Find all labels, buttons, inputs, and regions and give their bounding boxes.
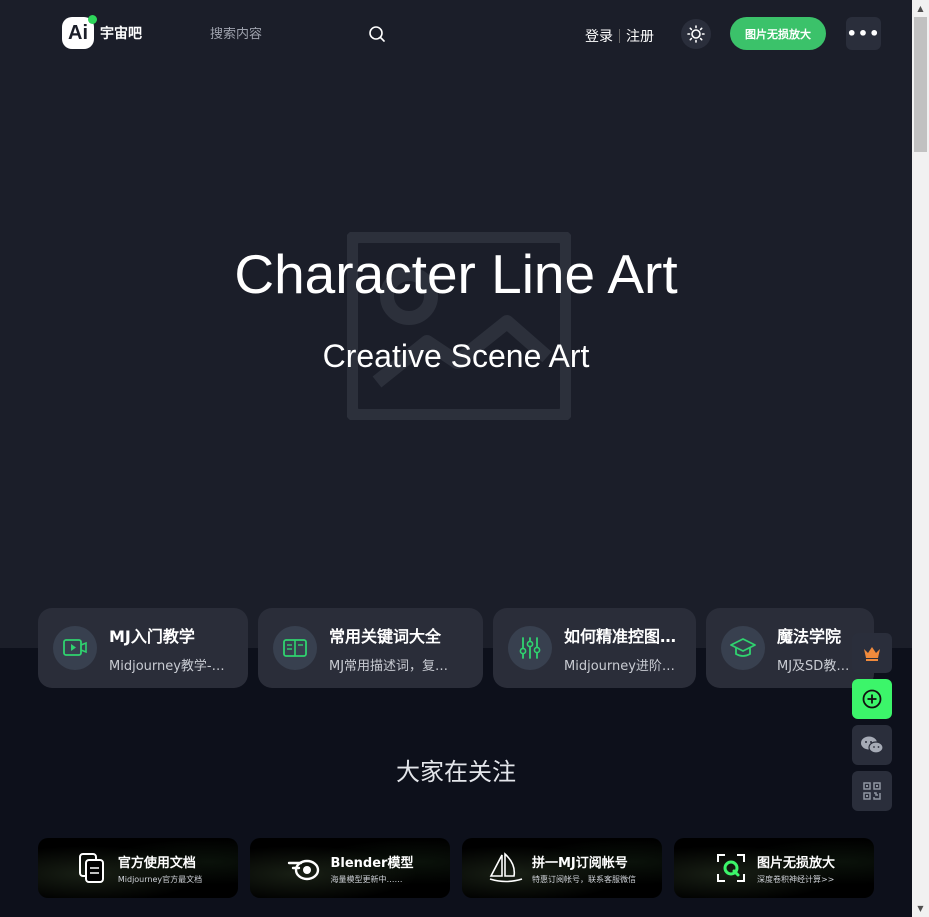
feature-text: 如何精准控图… Midjourney进阶… — [564, 623, 676, 674]
search-input[interactable] — [196, 26, 356, 42]
feature-title: 魔法学院 — [777, 626, 842, 646]
theme-toggle-button[interactable] — [681, 19, 711, 49]
wechat-icon — [861, 736, 884, 754]
login-link[interactable]: 登录 — [585, 26, 613, 46]
auth-links: 登录 注册 — [585, 26, 654, 46]
vip-button[interactable] — [852, 633, 892, 673]
banner-title: Blender模型 — [330, 855, 414, 871]
feature-icon-wrap — [508, 626, 552, 670]
banner-subtitle: Midjourney官方最文档 — [117, 874, 203, 884]
scroll-up-arrow[interactable]: ▲ — [912, 0, 929, 17]
site-logo[interactable]: Ai 宇宙吧 — [62, 15, 142, 49]
search-icon[interactable] — [368, 25, 386, 43]
feature-title: MJ入门教学 — [109, 626, 195, 646]
page-scrollbar[interactable]: ▲ ▼ — [912, 0, 929, 917]
logo-mark: Ai — [62, 15, 97, 49]
sun-icon — [687, 25, 705, 43]
banner-title: 拼一MJ订阅帐号 — [532, 855, 628, 871]
video-play-icon — [63, 639, 87, 656]
wechat-button[interactable] — [852, 725, 892, 765]
plus-circle-icon — [862, 689, 882, 709]
feature-card-mj-intro[interactable]: MJ入门教学 Midjourney教学-… — [38, 608, 248, 688]
sliders-icon — [519, 637, 541, 659]
register-link[interactable]: 注册 — [626, 26, 654, 46]
banner-subtitle: 深度卷积神经计算>> — [756, 874, 835, 884]
add-button[interactable] — [852, 679, 892, 719]
logo-text: 宇宙吧 — [100, 26, 142, 42]
section-title: 大家在关注 — [396, 758, 516, 786]
feature-card-academy[interactable]: 魔法学院 MJ及SD教… — [706, 608, 874, 688]
banner-subtitle: 海量模型更新中…… — [330, 874, 403, 884]
feature-title: 常用关键词大全 — [329, 626, 442, 646]
zoom-q-icon — [713, 850, 749, 886]
more-icon: ••• — [846, 24, 881, 43]
crown-icon — [864, 647, 880, 661]
sailboat-icon — [488, 850, 524, 886]
search-box — [196, 20, 396, 48]
document-icon — [74, 850, 110, 886]
blender-icon — [287, 850, 323, 886]
feature-text: 常用关键词大全 MJ常用描述词，复… — [329, 623, 448, 674]
banner-mj-subscription[interactable]: 拼一MJ订阅帐号 特惠订阅帐号，联系客服微信 — [462, 838, 662, 898]
book-icon — [283, 639, 307, 657]
feature-desc: MJ及SD教… — [777, 658, 850, 674]
banner-subtitle: 特惠订阅帐号，联系客服微信 — [532, 874, 636, 884]
auth-divider — [619, 29, 620, 43]
feature-icon-wrap — [273, 626, 317, 670]
feature-icon-wrap — [53, 626, 97, 670]
hero-subtitle: Creative Scene Art — [322, 338, 590, 374]
banner-title: 官方使用文档 — [117, 855, 196, 871]
upscale-button[interactable]: 图片无损放大 — [730, 17, 826, 50]
feature-text: 魔法学院 MJ及SD教… — [777, 623, 849, 674]
hero-title: Character Line Art — [234, 243, 678, 305]
feature-desc: Midjourney进阶… — [564, 658, 675, 674]
qrcode-button[interactable] — [852, 771, 892, 811]
feature-title: 如何精准控图… — [564, 626, 677, 646]
feature-icon-wrap — [721, 626, 765, 670]
banner-official-docs[interactable]: 官方使用文档 Midjourney官方最文档 — [38, 838, 238, 898]
banner-text: 官方使用文档 Midjourney官方最文档 — [118, 852, 202, 885]
banner-text: 图片无损放大 深度卷积神经计算>> — [757, 852, 835, 885]
banner-blender[interactable]: Blender模型 海量模型更新中…… — [250, 838, 450, 898]
feature-desc: Midjourney教学-… — [109, 658, 225, 674]
scroll-thumb[interactable] — [914, 17, 927, 152]
logo-dot — [88, 15, 97, 24]
banner-text: Blender模型 海量模型更新中…… — [331, 852, 414, 885]
banner-text: 拼一MJ订阅帐号 特惠订阅帐号，联系客服微信 — [532, 852, 636, 885]
feature-desc: MJ常用描述词，复… — [329, 658, 449, 674]
feature-card-keywords[interactable]: 常用关键词大全 MJ常用描述词，复… — [258, 608, 483, 688]
banner-title: 图片无损放大 — [756, 855, 835, 871]
banner-upscale[interactable]: 图片无损放大 深度卷积神经计算>> — [674, 838, 874, 898]
scroll-down-arrow[interactable]: ▼ — [912, 900, 929, 917]
feature-card-control[interactable]: 如何精准控图… Midjourney进阶… — [493, 608, 696, 688]
more-menu-button[interactable]: ••• — [846, 17, 881, 50]
qrcode-icon — [863, 782, 881, 800]
graduation-cap-icon — [730, 638, 756, 657]
feature-text: MJ入门教学 Midjourney教学-… — [109, 623, 225, 674]
logo-mark-text: Ai — [68, 21, 88, 44]
